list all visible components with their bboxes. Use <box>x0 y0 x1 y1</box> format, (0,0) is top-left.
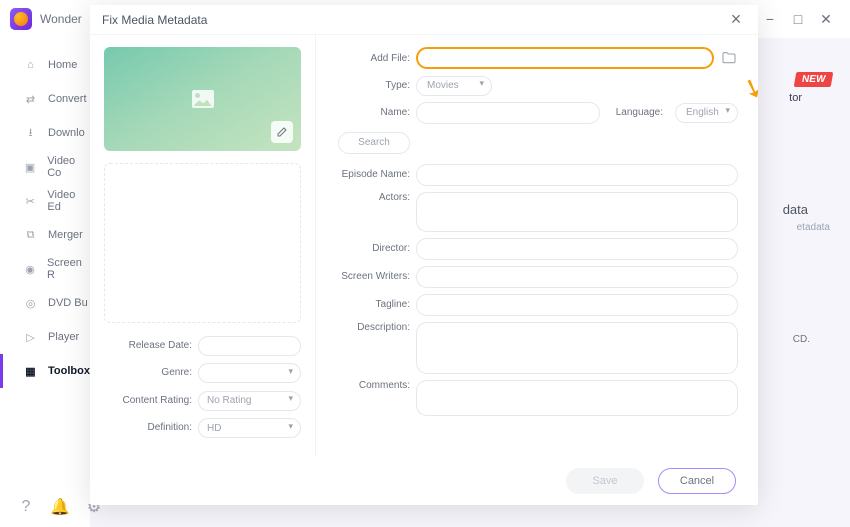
name-label: Name: <box>336 107 416 118</box>
dvd-icon: ◎ <box>23 296 38 311</box>
sidebar-item-label: Home <box>48 59 77 71</box>
cover-preview <box>104 47 301 151</box>
sidebar-item-video-compressor[interactable]: ▣ Video Co <box>0 150 90 184</box>
converter-icon: ⇄ <box>23 92 38 107</box>
play-icon: ▷ <box>23 330 38 345</box>
bg-text: CD. <box>793 334 810 345</box>
description-label: Description: <box>336 322 416 333</box>
sidebar-item-label: DVD Bu <box>48 297 88 309</box>
app-logo <box>10 8 32 30</box>
screen-writers-label: Screen Writers: <box>336 271 416 282</box>
notifications-icon[interactable]: 🔔 <box>52 499 68 515</box>
definition-label: Definition: <box>104 422 198 433</box>
episode-name-label: Episode Name: <box>336 169 416 180</box>
browse-file-button[interactable] <box>720 49 738 67</box>
sidebar-item-label: Convert <box>48 93 87 105</box>
sidebar-item-label: Player <box>48 331 79 343</box>
new-badge: NEW <box>793 72 833 87</box>
sidebar: ⌂ Home ⇄ Convert ⭳ Downlo ▣ Video Co ✂ Video … <box>0 38 90 527</box>
window-minimize-button[interactable]: − <box>756 5 784 33</box>
sidebar-item-video-editor[interactable]: ✂ Video Ed <box>0 184 90 218</box>
app-name: Wonder <box>40 12 82 26</box>
window-maximize-button[interactable]: □ <box>784 5 812 33</box>
sidebar-item-merger[interactable]: ⧉ Merger <box>0 218 90 252</box>
help-icon[interactable]: ? <box>18 499 34 515</box>
fix-metadata-modal: Fix Media Metadata × Release Date: Genre… <box>90 5 758 505</box>
genre-select[interactable] <box>198 363 301 383</box>
download-icon: ⭳ <box>23 126 38 141</box>
toolbox-icon: ▦ <box>23 364 38 379</box>
modal-title: Fix Media Metadata <box>102 13 207 27</box>
name-input[interactable] <box>416 102 600 124</box>
search-button[interactable]: Search <box>338 132 410 154</box>
type-label: Type: <box>336 80 416 91</box>
sidebar-item-dvd-burner[interactable]: ◎ DVD Bu <box>0 286 90 320</box>
screen-writers-input[interactable] <box>416 266 738 288</box>
genre-label: Genre: <box>104 367 198 378</box>
content-rating-select[interactable]: No Rating <box>198 391 301 411</box>
bg-text: tor <box>789 92 802 104</box>
sidebar-item-label: Screen R <box>47 257 90 281</box>
merge-icon: ⧉ <box>23 228 38 243</box>
content-rating-label: Content Rating: <box>104 395 198 406</box>
annotation-arrow-icon: ➘ <box>738 70 758 107</box>
add-file-label: Add File: <box>336 53 416 64</box>
episode-name-input[interactable] <box>416 164 738 186</box>
modal-left-column: Release Date: Genre: Content Rating:No R… <box>90 35 316 457</box>
release-date-input[interactable] <box>198 336 301 356</box>
edit-cover-button[interactable] <box>271 121 293 143</box>
tagline-label: Tagline: <box>336 299 416 310</box>
modal-right-column: ➘ Add File: Type: Movies Name: Language <box>316 35 758 457</box>
sidebar-item-player[interactable]: ▷ Player <box>0 320 90 354</box>
actors-input[interactable] <box>416 192 738 232</box>
sidebar-item-home[interactable]: ⌂ Home <box>0 48 90 82</box>
home-icon: ⌂ <box>23 58 38 73</box>
definition-select[interactable]: HD <box>198 418 301 438</box>
modal-header: Fix Media Metadata × <box>90 5 758 35</box>
modal-footer: Save Cancel <box>90 457 758 505</box>
compress-icon: ▣ <box>23 160 37 175</box>
language-select[interactable]: English <box>675 103 738 123</box>
sidebar-item-label: Toolbox <box>48 365 90 377</box>
sidebar-item-label: Video Ed <box>47 189 90 213</box>
sidebar-item-downloader[interactable]: ⭳ Downlo <box>0 116 90 150</box>
modal-close-button[interactable]: × <box>726 10 746 30</box>
director-input[interactable] <box>416 238 738 260</box>
cancel-button[interactable]: Cancel <box>658 468 736 494</box>
drop-area[interactable] <box>104 163 301 323</box>
release-date-label: Release Date: <box>104 340 198 351</box>
sidebar-item-screen-recorder[interactable]: ◉ Screen R <box>0 252 90 286</box>
bg-text: etadata <box>797 222 830 233</box>
scissors-icon: ✂ <box>23 194 37 209</box>
sidebar-item-label: Video Co <box>47 155 90 179</box>
comments-label: Comments: <box>336 380 416 391</box>
sidebar-item-toolbox[interactable]: ▦ Toolbox <box>0 354 90 388</box>
type-select[interactable]: Movies <box>416 76 492 96</box>
add-file-input[interactable] <box>416 47 714 69</box>
image-placeholder-icon <box>192 90 214 108</box>
tagline-input[interactable] <box>416 294 738 316</box>
save-button: Save <box>566 468 644 494</box>
sidebar-item-label: Merger <box>48 229 83 241</box>
language-label: Language: <box>616 107 663 118</box>
description-input[interactable] <box>416 322 738 374</box>
comments-input[interactable] <box>416 380 738 416</box>
sidebar-item-label: Downlo <box>48 127 85 139</box>
actors-label: Actors: <box>336 192 416 203</box>
window-close-button[interactable]: ✕ <box>812 5 840 33</box>
bg-text: data <box>783 202 808 217</box>
record-icon: ◉ <box>23 262 37 277</box>
sidebar-item-converter[interactable]: ⇄ Convert <box>0 82 90 116</box>
director-label: Director: <box>336 243 416 254</box>
